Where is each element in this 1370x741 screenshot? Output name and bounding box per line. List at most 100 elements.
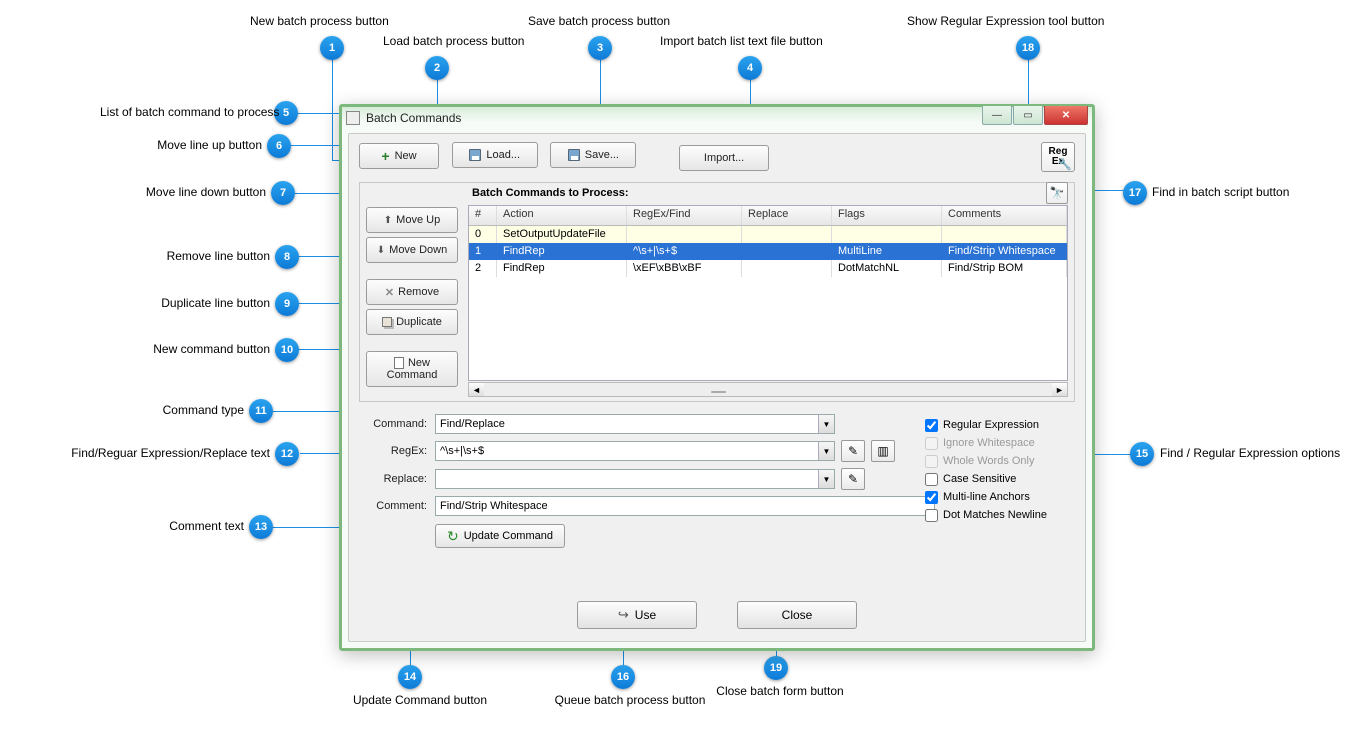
duplicate-button[interactable]: Duplicate <box>366 309 458 335</box>
callout-badge-12: 12 <box>275 442 299 466</box>
bottom-buttons: ↪ Use Close <box>349 601 1085 629</box>
col-replace[interactable]: Replace <box>742 206 832 225</box>
col-comments[interactable]: Comments <box>942 206 1067 225</box>
client-area: + New Load... Save... Import... Reg Ex <box>348 133 1086 642</box>
checkbox[interactable] <box>925 419 938 432</box>
table-row-selected[interactable]: 1 FindRep ^\s+|\s+$ MultiLine Find/Strip… <box>469 243 1067 260</box>
checkbox[interactable] <box>925 509 938 522</box>
save-label: Save... <box>585 149 619 161</box>
regex-chart-button[interactable]: ▥ <box>871 440 895 462</box>
import-button[interactable]: Import... <box>679 145 769 171</box>
callout-12: Find/Reguar Expression/Replace text <box>14 446 270 460</box>
new-button[interactable]: + New <box>359 143 439 169</box>
opt-ignore-whitespace[interactable]: Ignore Whitespace <box>925 434 1075 452</box>
chevron-down-icon[interactable]: ▼ <box>818 470 834 488</box>
callout-2: Load batch process button <box>383 34 524 48</box>
cell <box>627 226 742 243</box>
opt-whole-words[interactable]: Whole Words Only <box>925 452 1075 470</box>
new-label: New <box>395 150 417 162</box>
callout-4: Import batch list text file button <box>660 34 823 48</box>
callout-badge-14: 14 <box>398 665 422 689</box>
bars-icon: ▥ <box>877 444 888 458</box>
cell <box>942 226 1067 243</box>
callout-badge-17: 17 <box>1123 181 1147 205</box>
table-row[interactable]: 2 FindRep \xEF\xBB\xBF DotMatchNL Find/S… <box>469 260 1067 277</box>
refresh-icon: ↻ <box>447 528 459 545</box>
checkbox[interactable] <box>925 473 938 486</box>
comment-input[interactable] <box>435 496 935 516</box>
replace-edit-button[interactable]: ✎ <box>841 468 865 490</box>
find-in-script-button[interactable]: 🔭 <box>1046 182 1068 204</box>
command-grid[interactable]: # Action RegEx/Find Replace Flags Commen… <box>468 205 1068 381</box>
maximize-button[interactable]: ▭ <box>1013 106 1043 125</box>
new-command-button[interactable]: New Command <box>366 351 458 387</box>
process-panel: 🔭 Batch Commands to Process: ⬆ Move Up ⬇… <box>359 182 1075 402</box>
move-up-button[interactable]: ⬆ Move Up <box>366 207 458 233</box>
save-button[interactable]: Save... <box>550 142 636 168</box>
move-down-button[interactable]: ⬇ Move Down <box>366 237 458 263</box>
scroll-left-icon[interactable]: ◄ <box>469 383 484 396</box>
load-label: Load... <box>486 149 520 161</box>
opt-dot-matches[interactable]: Dot Matches Newline <box>925 506 1075 524</box>
scroll-right-icon[interactable]: ► <box>1052 383 1067 396</box>
side-buttons: ⬆ Move Up ⬇ Move Down ✕ Remove Duplicate <box>366 207 458 387</box>
regex-edit-button[interactable]: ✎ <box>841 440 865 462</box>
regex-input[interactable] <box>435 441 835 461</box>
callout-badge-10: 10 <box>275 338 299 362</box>
window-close-button[interactable]: ✕ <box>1044 106 1088 125</box>
checkbox[interactable] <box>925 491 938 504</box>
regex-tool-button[interactable]: Reg Ex 🔧 <box>1041 142 1075 172</box>
checkbox <box>925 455 938 468</box>
window-title: Batch Commands <box>366 111 461 125</box>
update-label: Update Command <box>464 530 553 542</box>
callout-badge-11: 11 <box>249 399 273 423</box>
col-regex[interactable]: RegEx/Find <box>627 206 742 225</box>
titlebar[interactable]: Batch Commands — ▭ ✕ <box>342 107 1092 129</box>
callout-badge-15: 15 <box>1130 442 1154 466</box>
replace-label: Replace: <box>359 473 427 485</box>
remove-label: Remove <box>398 286 439 298</box>
opt-label: Regular Expression <box>943 419 1039 431</box>
cell <box>742 243 832 260</box>
replace-input[interactable] <box>435 469 835 489</box>
horizontal-scrollbar[interactable]: ◄ ► <box>468 382 1068 397</box>
cell: DotMatchNL <box>832 260 942 277</box>
minimize-button[interactable]: — <box>982 106 1012 125</box>
cell <box>742 260 832 277</box>
opt-label: Whole Words Only <box>943 455 1035 467</box>
newcmd-l1: New <box>408 357 430 369</box>
update-command-button[interactable]: ↻ Update Command <box>435 524 565 548</box>
table-row[interactable]: 0 SetOutputUpdateFile <box>469 226 1067 243</box>
close-button[interactable]: Close <box>737 601 857 629</box>
col-num[interactable]: # <box>469 206 497 225</box>
chevron-down-icon[interactable]: ▼ <box>818 442 834 460</box>
command-select[interactable] <box>435 414 835 434</box>
use-icon: ↪ <box>618 607 629 623</box>
callout-badge-3: 3 <box>588 36 612 60</box>
checkbox <box>925 437 938 450</box>
move-up-label: Move Up <box>396 214 440 226</box>
chevron-down-icon[interactable]: ▼ <box>818 415 834 433</box>
opt-label: Dot Matches Newline <box>943 509 1047 521</box>
opt-multiline[interactable]: Multi-line Anchors <box>925 488 1075 506</box>
callout-9: Duplicate line button <box>140 296 270 310</box>
scroll-thumb[interactable] <box>711 391 726 393</box>
load-button[interactable]: Load... <box>452 142 538 168</box>
callout-badge-19: 19 <box>764 656 788 680</box>
callout-5: List of batch command to process <box>100 105 270 119</box>
use-button[interactable]: ↪ Use <box>577 601 697 629</box>
col-action[interactable]: Action <box>497 206 627 225</box>
cell: 1 <box>469 243 497 260</box>
remove-button[interactable]: ✕ Remove <box>366 279 458 305</box>
opt-case-sensitive[interactable]: Case Sensitive <box>925 470 1075 488</box>
col-flags[interactable]: Flags <box>832 206 942 225</box>
plus-icon: + <box>381 148 389 164</box>
callout-badge-18: 18 <box>1016 36 1040 60</box>
callout-badge-2: 2 <box>425 56 449 80</box>
cell: SetOutputUpdateFile <box>497 226 627 243</box>
opt-regular-expression[interactable]: Regular Expression <box>925 416 1075 434</box>
batch-commands-window: Batch Commands — ▭ ✕ + New Load... Save.… <box>339 104 1095 651</box>
callout-10: New command button <box>140 342 270 356</box>
opt-label: Multi-line Anchors <box>943 491 1030 503</box>
move-down-label: Move Down <box>389 244 447 256</box>
